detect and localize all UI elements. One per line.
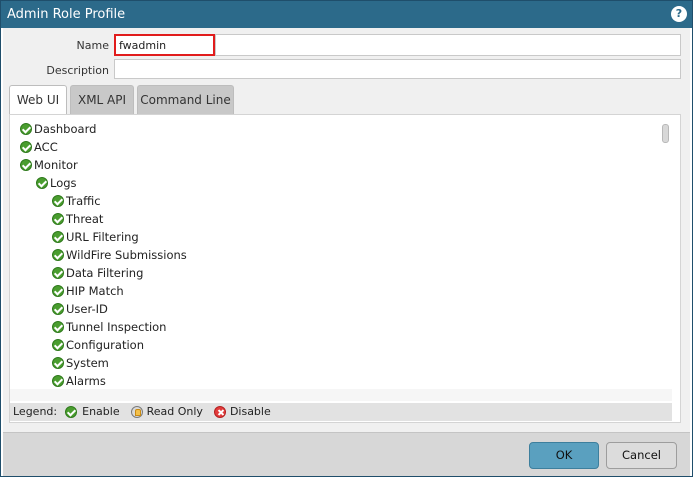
enable-icon[interactable] (36, 177, 48, 189)
enable-icon[interactable] (52, 357, 64, 369)
tree-item-label: System (66, 356, 109, 370)
tab-command-line[interactable]: Command Line (137, 85, 234, 115)
tree-item-label: Configuration (66, 338, 144, 352)
vertical-scrollbar[interactable] (658, 115, 672, 389)
tree-item-hip-match[interactable]: HIP Match (52, 283, 124, 299)
enable-icon[interactable] (52, 267, 64, 279)
enable-icon (64, 406, 77, 418)
tree-item-wildfire-submissions[interactable]: WildFire Submissions (52, 247, 187, 263)
web-ui-panel: Dashboard ACC Monitor Logs Traffic Threa… (9, 114, 681, 423)
tree-item-tunnel-inspection[interactable]: Tunnel Inspection (52, 319, 166, 335)
tree-item-label: Data Filtering (66, 266, 144, 280)
enable-icon[interactable] (52, 195, 64, 207)
tree-item-label: Logs (50, 176, 77, 190)
legend-bar: Legend: Enable Read Only Disable (10, 403, 672, 421)
enable-icon[interactable] (52, 303, 64, 315)
tree-item-logs[interactable]: Logs (36, 175, 77, 191)
enable-icon[interactable] (52, 213, 64, 225)
tree-item-acc[interactable]: ACC (20, 139, 58, 155)
legend-enable-label: Enable (82, 405, 120, 418)
tree-item-traffic[interactable]: Traffic (52, 193, 101, 209)
tree-item-configuration[interactable]: Configuration (52, 337, 144, 353)
tree-item-threat[interactable]: Threat (52, 211, 103, 227)
enable-icon[interactable] (52, 249, 64, 261)
tree-item-alarms[interactable]: Alarms (52, 373, 106, 389)
tree-item-label: HIP Match (66, 284, 124, 298)
horizontal-scrollbar[interactable] (10, 389, 672, 401)
permission-tree: Dashboard ACC Monitor Logs Traffic Threa… (10, 115, 658, 389)
legend-title: Legend: (13, 405, 58, 418)
tree-item-label: User-ID (66, 302, 108, 316)
tree-item-label: Dashboard (34, 122, 97, 136)
tab-web-ui[interactable]: Web UI (9, 85, 67, 116)
enable-icon[interactable] (20, 159, 32, 171)
tree-item-dashboard[interactable]: Dashboard (20, 121, 96, 137)
tree-item-label: WildFire Submissions (66, 248, 187, 262)
tree-item-label: Tunnel Inspection (66, 320, 167, 334)
description-field[interactable] (114, 59, 681, 79)
dialog-footer: OK Cancel (3, 432, 690, 476)
help-icon[interactable]: ? (671, 6, 687, 22)
dialog-titlebar: Admin Role Profile ? (1, 1, 692, 28)
read-only-icon (131, 406, 144, 418)
tree-item-label: Threat (66, 212, 104, 226)
cancel-button[interactable]: Cancel (606, 442, 677, 469)
dialog-title: Admin Role Profile (7, 7, 126, 22)
tree-item-monitor[interactable]: Monitor (20, 157, 78, 173)
enable-icon[interactable] (52, 375, 64, 387)
enable-icon[interactable] (52, 321, 64, 333)
enable-icon[interactable] (52, 285, 64, 297)
disable-icon (214, 406, 227, 418)
scrollbar-thumb[interactable] (662, 124, 669, 143)
tree-item-data-filtering[interactable]: Data Filtering (52, 265, 143, 281)
ok-button[interactable]: OK (529, 442, 599, 469)
tree-item-url-filtering[interactable]: URL Filtering (52, 229, 139, 245)
name-field-extension[interactable] (215, 34, 681, 56)
name-label: Name (76, 39, 109, 52)
name-field[interactable]: fwadmin (114, 34, 215, 56)
description-label: Description (46, 64, 109, 77)
tree-item-label: Traffic (66, 194, 101, 208)
enable-icon[interactable] (52, 339, 64, 351)
tree-item-label: Alarms (66, 374, 106, 388)
enable-icon[interactable] (20, 123, 32, 135)
tree-item-user-id[interactable]: User-ID (52, 301, 108, 317)
legend-disable-label: Disable (229, 405, 271, 418)
admin-role-profile-dialog: Admin Role Profile ? Name fwadmin Descri… (0, 0, 693, 477)
tree-item-label: Monitor (34, 158, 78, 172)
tab-xml-api[interactable]: XML API (70, 85, 134, 115)
legend-read-only-label: Read Only (146, 405, 203, 418)
enable-icon[interactable] (20, 141, 32, 153)
tree-item-label: ACC (34, 140, 58, 154)
tree-item-label: URL Filtering (66, 230, 139, 244)
tree-item-system[interactable]: System (52, 355, 109, 371)
enable-icon[interactable] (52, 231, 64, 243)
